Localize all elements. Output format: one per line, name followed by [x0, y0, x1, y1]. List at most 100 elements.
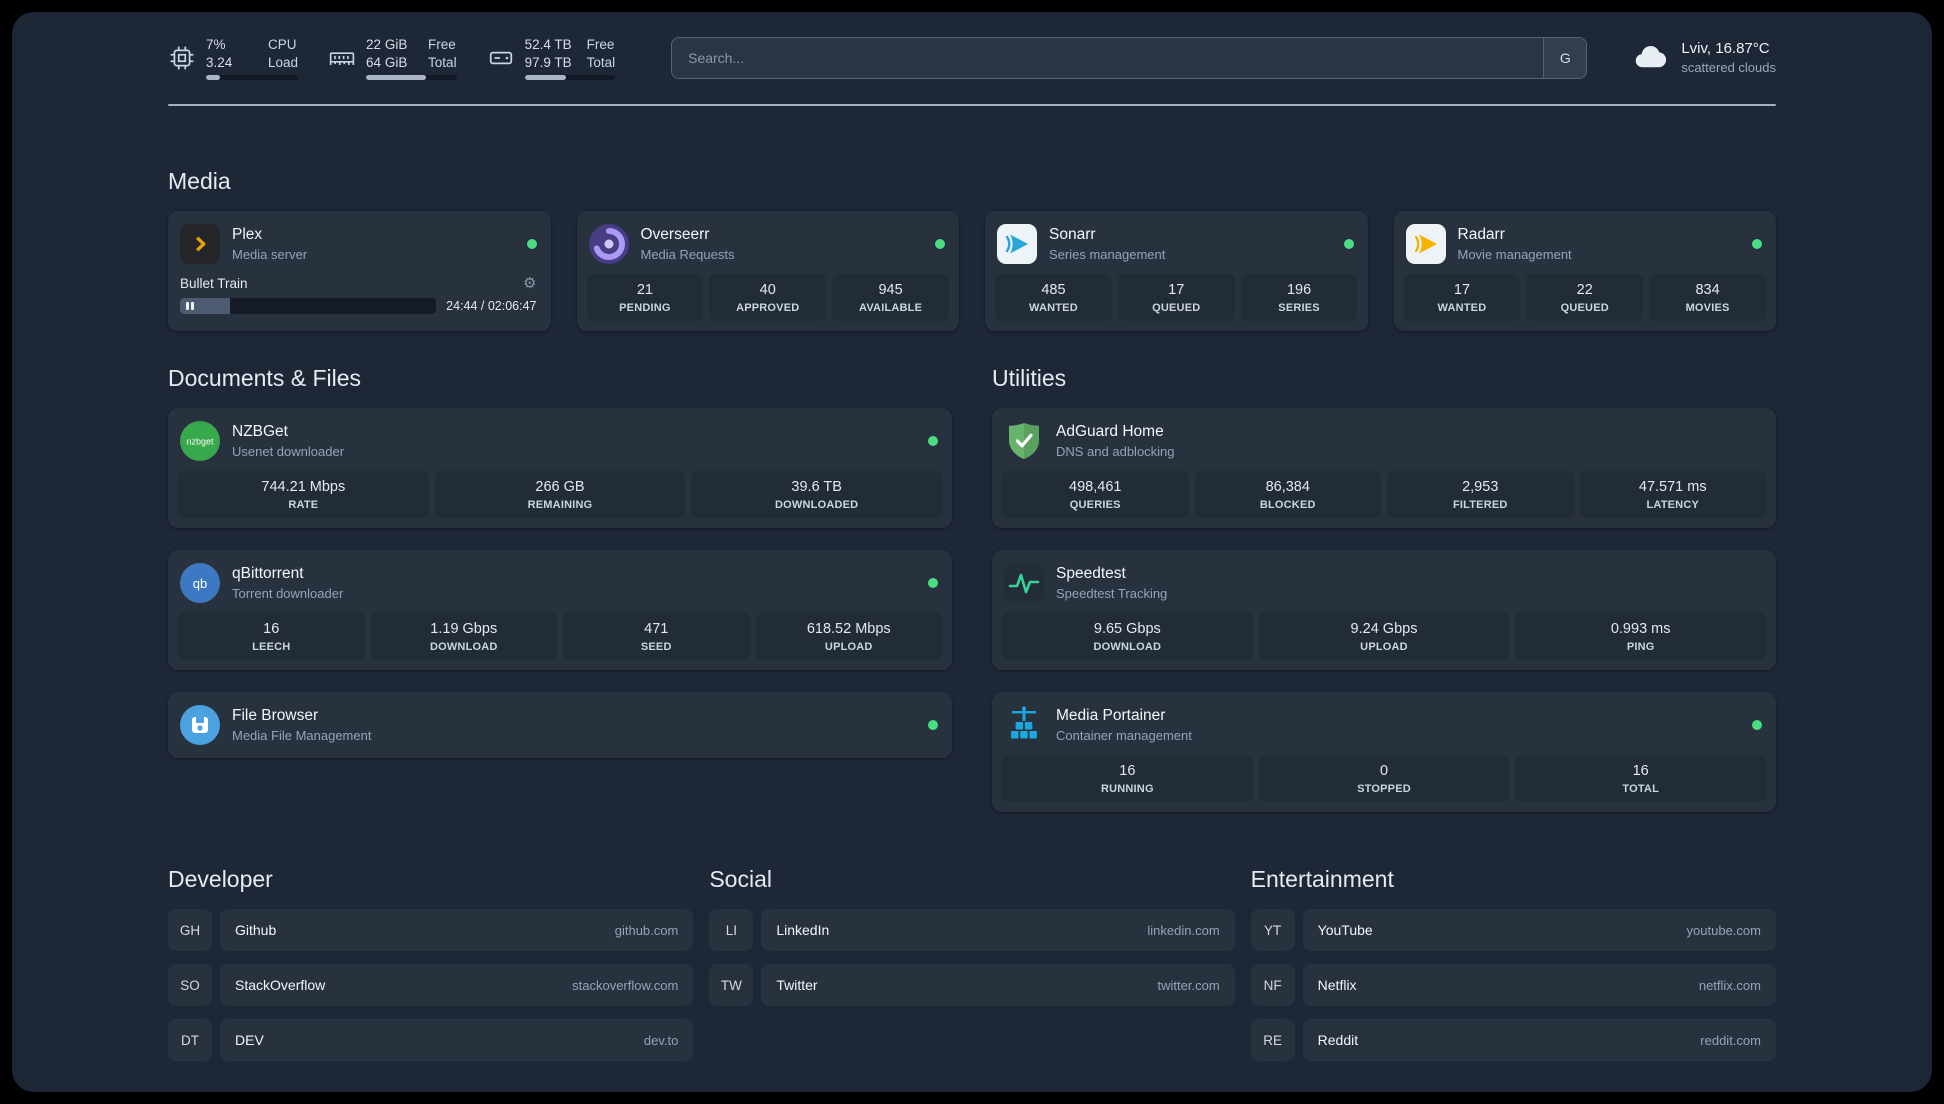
- stat-box: 0.993 ms PING: [1515, 613, 1767, 661]
- stat-value: 498,461: [1069, 479, 1122, 496]
- service-card-sonarr: Sonarr Series management 485 WANTED 17 QUE…: [985, 211, 1368, 332]
- top-bar: 7% 3.24 CPU Load 22 GiB 64 GiB Free Tota…: [168, 36, 1776, 81]
- bookmark-name: DEV: [235, 1032, 264, 1049]
- bookmark-url: youtube.com: [1686, 922, 1761, 938]
- memory-free-label: Free: [428, 37, 456, 52]
- stat-box: 834 MOVIES: [1649, 274, 1766, 322]
- stat-box: 16 TOTAL: [1515, 755, 1767, 803]
- stat-value: 1.19 Gbps: [430, 621, 498, 638]
- service-link-nzbget[interactable]: nzbget NZBGet Usenet downloader: [178, 418, 942, 471]
- memory-total-value: 64 GiB: [366, 54, 408, 70]
- service-link-filebrowser[interactable]: File Browser Media File Management: [178, 702, 942, 748]
- stat-label: REMAINING: [527, 499, 593, 512]
- stat-label: RUNNING: [1100, 783, 1154, 796]
- weather-condition: scattered clouds: [1681, 60, 1776, 76]
- playback-progress-fill: [180, 298, 230, 315]
- service-link-portainer[interactable]: Media Portainer Container management: [1002, 702, 1766, 755]
- memory-progress-track: [366, 75, 457, 81]
- cpu-usage-label: CPU: [268, 37, 297, 52]
- bookmark-netflix[interactable]: NF Netflix netflix.com: [1250, 964, 1776, 1007]
- stat-label: SEED: [640, 641, 672, 654]
- section-title-social: Social: [709, 866, 772, 893]
- stat-label: DOWNLOAD: [1093, 641, 1162, 654]
- service-title: NZBGet: [232, 422, 288, 440]
- service-subtitle: Torrent downloader: [232, 586, 344, 602]
- bookmark-twitter[interactable]: TW Twitter twitter.com: [709, 964, 1235, 1007]
- stat-box: 498,461 QUERIES: [1002, 471, 1189, 519]
- bookmark-url: netflix.com: [1698, 977, 1761, 993]
- bookmark-youtube[interactable]: YT YouTube youtube.com: [1250, 909, 1776, 952]
- service-link-radarr[interactable]: Radarr Movie management: [1404, 221, 1767, 274]
- memory-progress-fill: [366, 75, 426, 81]
- status-dot: [1752, 720, 1762, 731]
- service-link-plex[interactable]: Plex Media server: [178, 221, 541, 274]
- bookmark-abbr: TW: [709, 964, 754, 1007]
- stat-box: 86,384 BLOCKED: [1194, 471, 1381, 519]
- bookmark-dev[interactable]: DT DEV dev.to: [168, 1019, 694, 1062]
- playback-progress-bar[interactable]: [180, 298, 437, 315]
- service-subtitle: Media Requests: [640, 247, 735, 263]
- status-dot: [928, 436, 938, 447]
- memory-free-value: 22 GiB: [366, 37, 408, 52]
- service-title: Plex: [232, 225, 263, 243]
- status-dot: [935, 239, 945, 250]
- service-subtitle: Media File Management: [232, 728, 372, 744]
- search-provider-button[interactable]: G: [1543, 38, 1587, 79]
- service-title: AdGuard Home: [1056, 422, 1164, 440]
- service-link-speedtest[interactable]: Speedtest Speedtest Tracking: [1002, 560, 1766, 613]
- pause-icon[interactable]: [186, 302, 194, 311]
- service-subtitle: Speedtest Tracking: [1056, 586, 1168, 602]
- stat-box: 40 APPROVED: [709, 274, 827, 322]
- gear-icon[interactable]: ⚙: [523, 276, 536, 291]
- disk-free-label: Free: [586, 37, 615, 52]
- section-utilities: Utilities AdGuard Home DNS and adblockin…: [992, 365, 1776, 813]
- stat-value: 22: [1576, 282, 1593, 299]
- qbittorrent-icon: qb: [180, 563, 220, 604]
- bookmark-name: LinkedIn: [776, 922, 830, 939]
- bookmark-reddit[interactable]: RE Reddit reddit.com: [1250, 1019, 1776, 1062]
- stat-box: 618.52 Mbps UPLOAD: [755, 613, 942, 661]
- service-card-qbittorrent: qb qBittorrent Torrent downloader 16 LEEC…: [168, 550, 952, 671]
- stat-label: LATENCY: [1646, 499, 1700, 512]
- bookmark-linkedin[interactable]: LI LinkedIn linkedin.com: [709, 909, 1235, 952]
- service-subtitle: Media server: [232, 247, 308, 263]
- bookmark-name: StackOverflow: [235, 977, 326, 994]
- service-card-portainer: Media Portainer Container management 16 R…: [992, 692, 1776, 813]
- stat-box: 39.6 TB DOWNLOADED: [691, 471, 943, 519]
- stat-label: QUEUED: [1560, 302, 1609, 315]
- bookmark-abbr: DT: [168, 1019, 212, 1062]
- bookmark-name: Github: [235, 922, 277, 939]
- bookmark-github[interactable]: GH Github github.com: [168, 909, 694, 952]
- bookmark-abbr: YT: [1250, 909, 1295, 952]
- status-dot: [928, 720, 938, 731]
- bookmark-group-entertainment: Entertainment YT YouTube youtube.com NF N…: [1250, 866, 1776, 1074]
- stat-box: 1.19 Gbps DOWNLOAD: [370, 613, 557, 661]
- disk-total-value: 97.9 TB: [524, 54, 572, 70]
- service-subtitle: Series management: [1049, 247, 1166, 263]
- section-title-media: Media: [168, 168, 231, 195]
- service-title: Media Portainer: [1056, 706, 1166, 724]
- service-link-qbittorrent[interactable]: qb qBittorrent Torrent downloader: [178, 560, 942, 613]
- stat-value: 40: [759, 282, 776, 299]
- cpu-load-value: 3.24: [206, 54, 233, 70]
- search-input[interactable]: [672, 38, 1544, 79]
- stat-label: RATE: [288, 499, 319, 512]
- portainer-icon: [1004, 705, 1044, 745]
- now-playing-title: Bullet Train: [180, 276, 248, 292]
- service-link-adguard[interactable]: AdGuard Home DNS and adblocking: [1002, 418, 1766, 471]
- bookmark-stackoverflow[interactable]: SO StackOverflow stackoverflow.com: [168, 964, 694, 1007]
- memory-monitor: 22 GiB 64 GiB Free Total: [328, 36, 457, 81]
- stat-box: 2,953 FILTERED: [1387, 471, 1574, 519]
- stat-value: 485: [1041, 282, 1066, 299]
- service-link-sonarr[interactable]: Sonarr Series management: [995, 221, 1358, 274]
- stat-label: SERIES: [1278, 302, 1320, 315]
- nzbget-icon: nzbget: [180, 421, 220, 462]
- bookmark-url: twitter.com: [1157, 977, 1220, 993]
- stat-value: 618.52 Mbps: [806, 621, 891, 638]
- disk-progress-fill: [524, 75, 567, 81]
- stat-value: 945: [878, 282, 903, 299]
- bookmark-name: Reddit: [1317, 1032, 1359, 1049]
- stat-label: PENDING: [619, 302, 671, 315]
- stat-box: 16 RUNNING: [1002, 755, 1253, 803]
- service-link-overseerr[interactable]: Overseerr Media Requests: [587, 221, 950, 274]
